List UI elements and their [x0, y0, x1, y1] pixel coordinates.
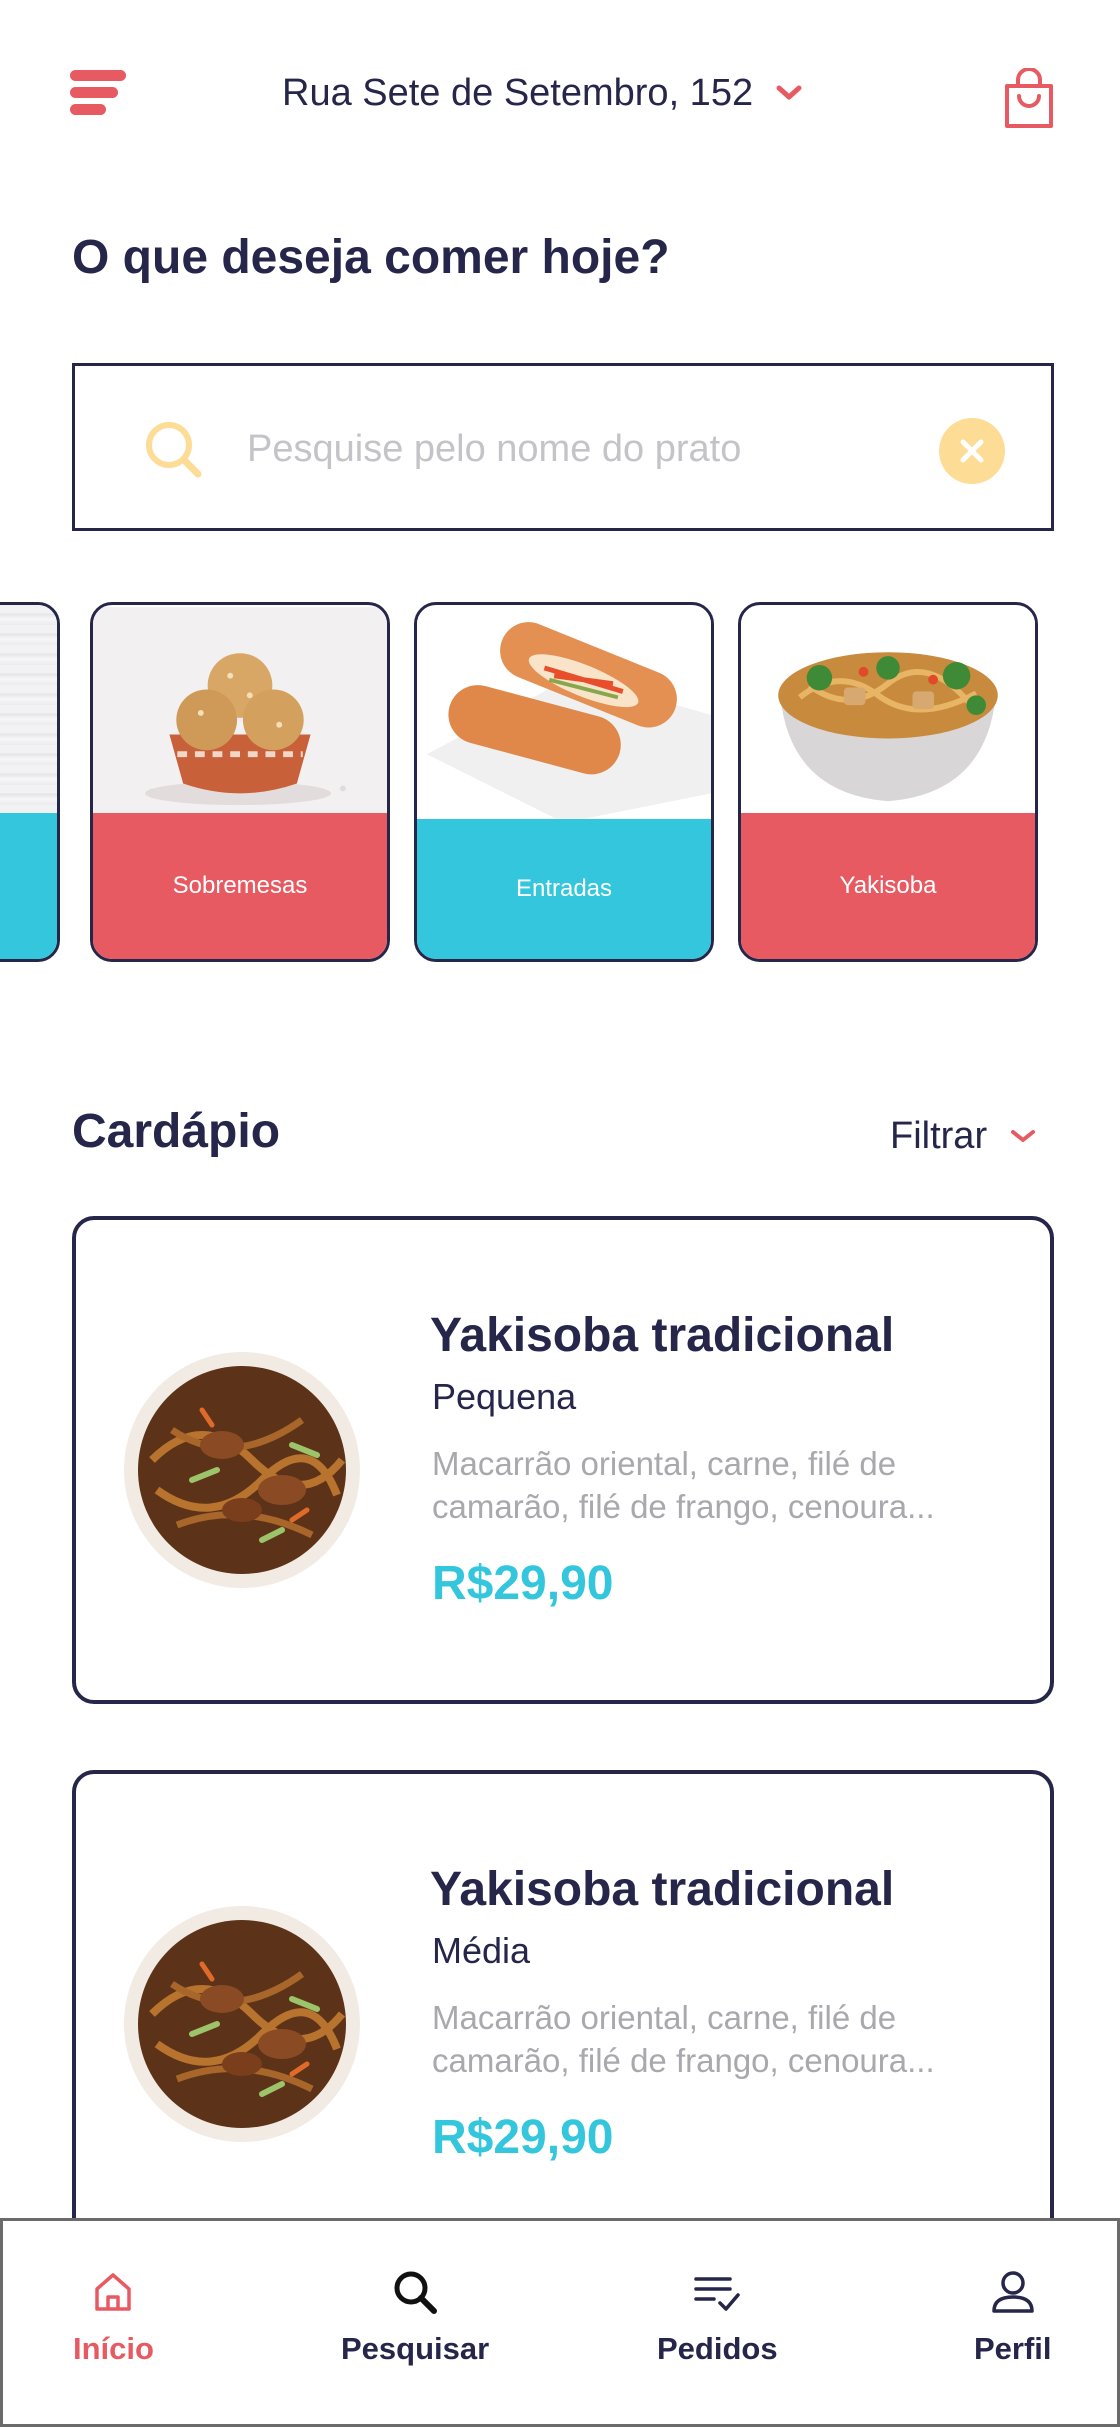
- dish-image: [124, 1906, 360, 2142]
- user-icon: [992, 2271, 1034, 2313]
- orders-list-icon: [694, 2277, 741, 2311]
- filter-label: Filtrar: [890, 1114, 988, 1157]
- address-selector[interactable]: Rua Sete de Setembro, 152: [282, 68, 803, 118]
- search-bar[interactable]: [72, 363, 1054, 531]
- category-band: [0, 813, 57, 959]
- tab-pedidos[interactable]: Pedidos: [657, 2267, 778, 2367]
- dish-price: R$29,90: [432, 1557, 614, 1610]
- dish-name: Yakisoba tradicional: [430, 1309, 895, 1362]
- dish-image: [124, 1352, 360, 1588]
- yakisoba-bowl-image: [741, 607, 1035, 817]
- menu-section-title: Cardápio: [72, 1105, 281, 1158]
- category-card-sobremesas[interactable]: Sobremesas: [90, 602, 390, 962]
- home-icon: [95, 2273, 132, 2311]
- tab-inicio[interactable]: Início: [73, 2267, 154, 2367]
- shopping-bag-icon[interactable]: [1002, 68, 1056, 130]
- tab-label: Perfil: [974, 2331, 1052, 2366]
- page-title: O que deseja comer hoje?: [72, 231, 670, 284]
- menu-item-card[interactable]: Yakisoba tradicional Média Macarrão orie…: [72, 1770, 1054, 2258]
- search-input[interactable]: [247, 414, 867, 484]
- app-header: Rua Sete de Setembro, 152: [0, 0, 1120, 190]
- category-carousel[interactable]: Sobremesas Entradas Yakisoba: [0, 602, 1120, 964]
- bottom-tab-bar: Início Pesquisar Pedidos Perfil: [0, 2218, 1120, 2427]
- chevron-down-icon: [776, 85, 802, 100]
- category-card-partial[interactable]: [0, 602, 60, 962]
- dish-size: Média: [432, 1930, 531, 1971]
- tab-label: Pedidos: [657, 2331, 778, 2366]
- dish-size: Pequena: [432, 1376, 577, 1417]
- clear-search-button[interactable]: [939, 418, 1005, 484]
- category-card-entradas[interactable]: Entradas: [414, 602, 714, 962]
- search-icon: [394, 2271, 438, 2314]
- category-band: Sobremesas: [93, 813, 387, 959]
- dish-price: R$29,90: [432, 2111, 614, 2164]
- category-label: Sobremesas: [172, 872, 308, 899]
- category-image: [0, 605, 57, 819]
- menu-item-card[interactable]: Yakisoba tradicional Pequena Macarrão or…: [72, 1216, 1054, 1704]
- dish-name: Yakisoba tradicional: [430, 1863, 895, 1916]
- search-icon: [146, 422, 202, 478]
- address-text: Rua Sete de Setembro, 152: [282, 71, 754, 114]
- category-band: Entradas: [417, 819, 711, 959]
- tab-pesquisar[interactable]: Pesquisar: [341, 2267, 489, 2367]
- dessert-image: [93, 607, 387, 817]
- category-label: Entradas: [515, 875, 613, 902]
- category-band: Yakisoba: [741, 813, 1035, 959]
- dish-description: Macarrão oriental, carne, filé de camarã…: [432, 1999, 935, 2079]
- spring-roll-image: [417, 607, 711, 823]
- close-icon: [960, 439, 984, 463]
- dish-description: Macarrão oriental, carne, filé de camarã…: [432, 1445, 935, 1525]
- chevron-down-icon: [1011, 1130, 1036, 1142]
- category-label: Yakisoba: [839, 872, 937, 899]
- tab-label: Pesquisar: [341, 2331, 490, 2366]
- category-card-yakisoba[interactable]: Yakisoba: [738, 602, 1038, 962]
- tab-label: Início: [73, 2331, 154, 2366]
- filter-button[interactable]: Filtrar: [890, 1108, 1037, 1164]
- tab-perfil[interactable]: Perfil: [974, 2267, 1052, 2367]
- hamburger-menu-icon[interactable]: [70, 68, 128, 116]
